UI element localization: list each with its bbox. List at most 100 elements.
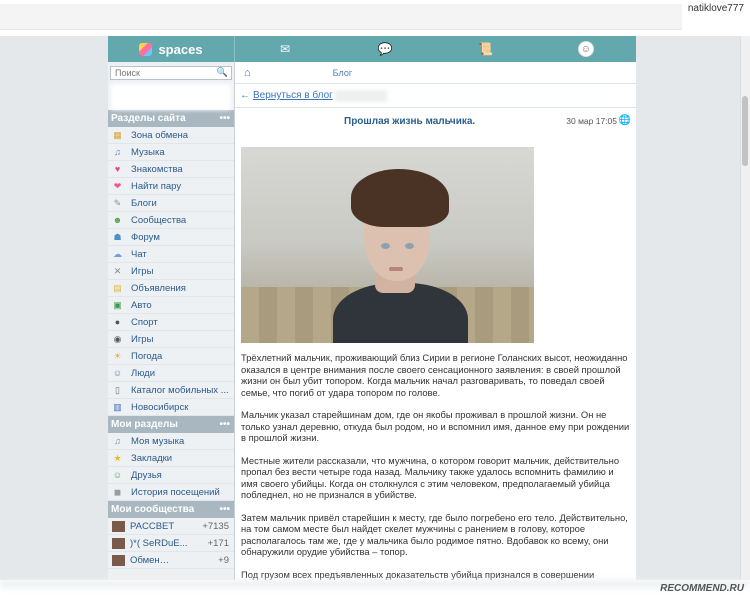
sidebar-item[interactable]: ❤ Найти пару (108, 178, 234, 195)
sidebar-item-label: Блоги (131, 197, 157, 209)
sidebar-item-label: Моя музыка (131, 435, 185, 447)
sidebar-item-label: Спорт (131, 316, 158, 328)
username-label[interactable]: natiklove777 (688, 3, 744, 14)
sidebar-item[interactable]: ★ Закладки (108, 450, 234, 467)
more-icon[interactable]: ••• (219, 113, 230, 124)
blurred-profile-area (111, 84, 231, 110)
gamepad-icon: ◉ (113, 333, 122, 344)
sidebar-item[interactable]: ▦ Зона обмена (108, 127, 234, 144)
sidebar-item-label: История посещений (131, 486, 220, 498)
section-title: Мои сообщества (111, 504, 195, 515)
chat-tab[interactable]: 💬 (335, 36, 435, 62)
top-navigation: spaces ✉ 💬 📜 ☺ (108, 36, 636, 62)
music-icon: ♫ (114, 147, 121, 157)
search-icon[interactable]: 🔍 (217, 67, 228, 78)
sidebar-item-label: Зона обмена (131, 129, 189, 141)
community-item[interactable]: )*( SeRDuE... +171 (108, 535, 234, 552)
sidebar-item-label: Игры (131, 333, 154, 345)
sidebar-item-label: Каталог мобильных ... (131, 384, 229, 396)
post-date: 30 мар 17:05 (566, 116, 617, 126)
article-paragraph: Мальчик указал старейшинам дом, где он я… (241, 409, 630, 443)
blurred-url-bar (0, 4, 682, 30)
chat-bubble-icon: ☁ (113, 248, 122, 259)
profile-tab[interactable]: ☺ (536, 36, 636, 62)
group-icon: ☻ (112, 215, 123, 225)
sidebar-item-label: Музыка (131, 146, 165, 158)
music-icon: ♫ (114, 436, 121, 446)
blurred-footer (0, 580, 750, 588)
left-margin (0, 36, 108, 600)
sidebar-item[interactable]: ▯ Каталог мобильных ... (108, 382, 234, 399)
sidebar-item[interactable]: ▤ Объявления (108, 280, 234, 297)
sidebar-item-label: Друзья (131, 469, 162, 481)
sidebar-item[interactable]: ♥ Знакомства (108, 161, 234, 178)
article-paragraph: Местные жители рассказали, что мужчина, … (241, 454, 620, 501)
scroll-thumb[interactable] (742, 96, 748, 166)
sidebar-item-label: Найти пару (131, 180, 182, 192)
sidebar-item-label: Сообщества (131, 214, 187, 226)
footprints-icon: ◼ (113, 486, 122, 497)
right-margin (636, 36, 740, 600)
more-icon[interactable]: ••• (219, 419, 230, 430)
sidebar-item[interactable]: ✕ Игры (108, 263, 234, 280)
article-paragraph: Затем мальчик привёл старейшин к месту, … (241, 511, 628, 558)
home-icon[interactable]: ⌂ (244, 67, 251, 79)
back-link[interactable]: Вернуться в блог (253, 90, 333, 101)
community-thumbnail (112, 520, 125, 532)
new-posts-count: +171 (207, 537, 229, 549)
weather-icon: ☀ (113, 350, 122, 361)
profile-avatar-icon: ☺ (577, 41, 594, 57)
sidebar-item[interactable]: ▣ Авто (108, 297, 234, 314)
sidebar-item[interactable]: ♫ Музыка (108, 144, 234, 161)
sidebar-item[interactable]: ☺ Друзья (108, 467, 234, 484)
sidebar-item-label: Закладки (131, 452, 173, 464)
photo-eye (381, 243, 390, 249)
community-item[interactable]: Обмен… +9 (108, 552, 234, 569)
breadcrumb: ⌂ Блог (235, 62, 636, 84)
new-posts-count: +9 (218, 554, 229, 566)
post-title: Прошлая жизнь мальчика. (344, 116, 476, 127)
journal-tab[interactable]: 📜 (436, 36, 536, 62)
blurred-blog-name (334, 89, 387, 102)
more-icon[interactable]: ••• (219, 504, 230, 515)
sidebar-item-label: Авто (131, 299, 152, 311)
search-box: 🔍 (110, 66, 232, 80)
community-item[interactable]: PACCBET +7135 (108, 518, 234, 535)
sidebar-item[interactable]: ☀ Погода (108, 348, 234, 365)
mail-tab[interactable]: ✉ (235, 36, 335, 62)
article-body: Трёхлетний мальчик, проживающий близ Сир… (241, 352, 630, 580)
ball-icon: ● (114, 317, 121, 327)
section-mine: Мои разделы ••• (108, 416, 234, 433)
sidebar-item[interactable]: ◉ Игры (108, 331, 234, 348)
sidebar-item[interactable]: ▥ Новосибирск (108, 399, 234, 416)
photo-hair (351, 169, 449, 227)
car-icon: ▣ (113, 299, 122, 310)
sidebar-item[interactable]: ☺ Люди (108, 365, 234, 382)
sidebar-item[interactable]: ◼ История посещений (108, 484, 234, 501)
arrow-left-icon: ← (240, 90, 250, 101)
sidebar-item[interactable]: ● Спорт (108, 314, 234, 331)
mail-icon: ✉ (280, 42, 291, 56)
chat-icon: 💬 (377, 42, 393, 56)
spaces-logo-mark (139, 42, 153, 56)
back-row: ← Вернуться в блог (235, 84, 636, 108)
diamond-heart-icon: ❤ (113, 180, 122, 191)
breadcrumb-blog[interactable]: Блог (333, 68, 352, 78)
sidebar-item-label: Чат (131, 248, 147, 260)
sidebar-item[interactable]: ♫ Моя музыка (108, 433, 234, 450)
section-communities: Мои сообщества ••• (108, 501, 234, 518)
sidebar-item[interactable]: ☻ Сообщества (108, 212, 234, 229)
new-posts-count: +7135 (202, 520, 229, 532)
sidebar-item[interactable]: ☁ Чат (108, 246, 234, 263)
sidebar-item-label: Погода (131, 350, 163, 362)
section-site: Разделы сайта ••• (108, 110, 234, 127)
spaces-logo[interactable]: spaces (108, 36, 235, 62)
section-title: Разделы сайта (111, 113, 186, 124)
logo-text: spaces (158, 41, 203, 57)
sidebar-item-label: Новосибирск (131, 401, 189, 413)
grid-icon: ▦ (113, 129, 122, 140)
search-input[interactable] (111, 67, 231, 79)
post-header: Прошлая жизнь мальчика. 30 мар 17:05 🌐 (235, 108, 636, 134)
sidebar-item[interactable]: ✎ Блоги (108, 195, 234, 212)
sidebar-item[interactable]: ☗ Форум (108, 229, 234, 246)
